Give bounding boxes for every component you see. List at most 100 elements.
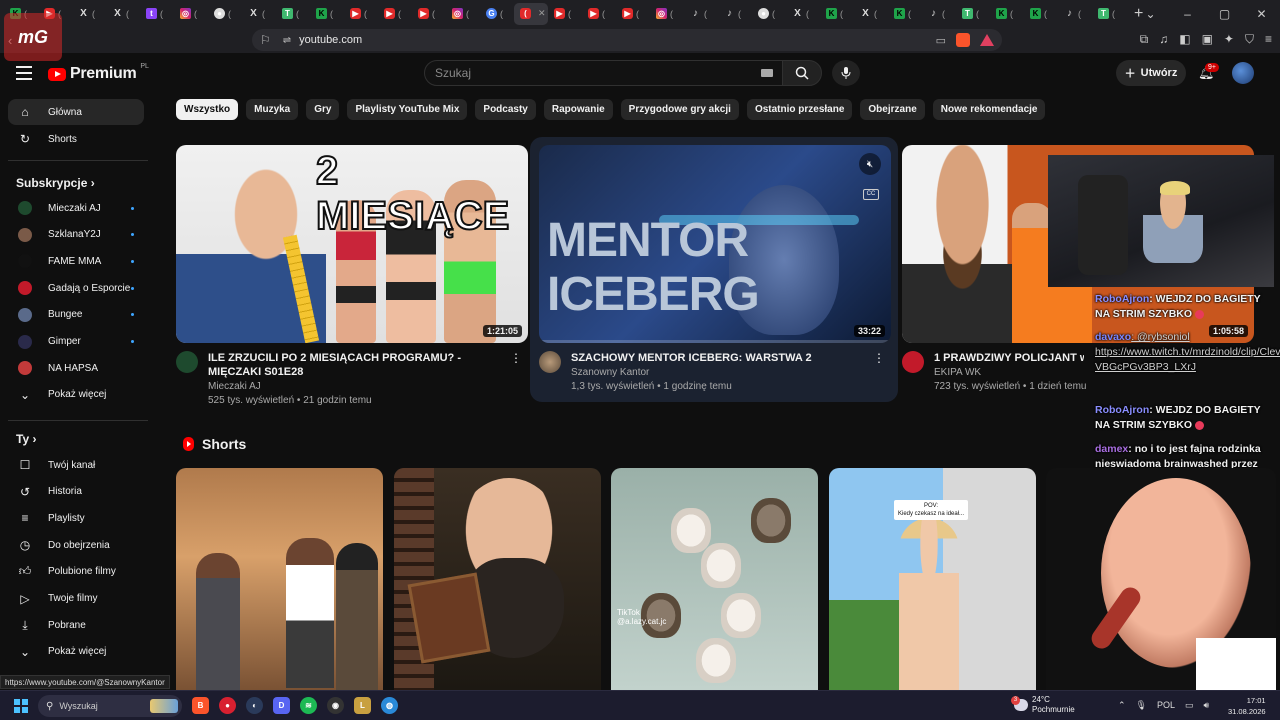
browser-tab[interactable]: (✕ (514, 2, 548, 25)
browser-tab[interactable]: ▶( (582, 3, 616, 25)
sidebar-item[interactable]: SzklanaY2J (8, 222, 144, 248)
sidebar-item[interactable]: ◷ Do obejrzenia (8, 532, 144, 558)
filter-chip[interactable]: Playlisty YouTube Mix (347, 99, 468, 120)
extensions-icon[interactable]: ⧉ (1140, 32, 1149, 47)
cast-icon[interactable]: ▭ (936, 34, 946, 47)
search-button[interactable] (782, 60, 822, 86)
filter-chip[interactable]: Gry (306, 99, 340, 120)
browser-tab[interactable]: X( (854, 3, 888, 25)
site-info-icon[interactable]: ⇌ (283, 35, 291, 46)
close-tab-icon[interactable]: ✕ (538, 8, 546, 19)
sidebar-item[interactable]: ⌄ Pokaż więcej (8, 382, 144, 408)
create-button[interactable]: ＋ Utwórz (1116, 60, 1186, 86)
tab-list-chevron-icon[interactable]: ⌄ (1132, 7, 1169, 21)
browser-tab[interactable]: T( (276, 3, 310, 25)
channel-avatar[interactable] (902, 351, 924, 373)
filter-chip[interactable]: Obejrzane (860, 99, 925, 120)
sidebar-item[interactable]: Gadają o Esporcie (8, 275, 144, 301)
sidebar-item[interactable]: ⤓ Pobrane (8, 612, 144, 638)
bookmark-icon[interactable]: ⚐ (260, 33, 271, 47)
short-card[interactable] (394, 468, 601, 690)
video-title[interactable]: 1 PRAWDZIWY POLICJANT wśród (934, 351, 1084, 365)
video-thumbnail[interactable]: 2 MIESIĄCE 1:21:05 (176, 145, 528, 343)
sidebar-item[interactable]: Gimper (8, 329, 144, 355)
sidebar-toggle-icon[interactable]: ◧ (1179, 32, 1190, 47)
search-input[interactable]: Szukaj (424, 60, 784, 86)
browser-tab[interactable]: T( (956, 3, 990, 25)
close-window-icon[interactable]: ✕ (1243, 7, 1280, 21)
browser-tab[interactable]: G( (480, 3, 514, 25)
browser-tab[interactable]: ◎( (174, 3, 208, 25)
sidebar-item[interactable]: ↻ Shorts (8, 126, 144, 152)
url-box[interactable]: ⚐ ⇌ youtube.com ▭ (252, 29, 1002, 51)
weather-widget[interactable]: 3 24°C Pochmurnie (1011, 695, 1075, 715)
browser-tab[interactable]: ♪( (684, 3, 718, 25)
globe-app-icon[interactable]: ◍ (381, 697, 398, 714)
sidebar-item[interactable]: ⌄ Pokaż więcej (8, 639, 144, 665)
sidebar-item[interactable]: 👍︎ Polubione filmy (8, 559, 144, 585)
browser-tab[interactable]: ▶( (412, 3, 446, 25)
browser-tab[interactable]: T( (1092, 3, 1126, 25)
channel-avatar[interactable] (539, 351, 561, 373)
filter-chip[interactable]: Muzyka (246, 99, 299, 120)
media-icon[interactable]: ♫ (1159, 32, 1168, 47)
voice-search-button[interactable] (832, 60, 860, 86)
keyboard-icon[interactable] (761, 69, 773, 77)
league-icon[interactable]: L (354, 697, 371, 714)
leo-ai-icon[interactable]: ✦ (1224, 32, 1234, 47)
browser-tab[interactable]: ●( (752, 3, 786, 25)
sidebar-item[interactable]: ⌂ Główna (8, 99, 144, 125)
short-card[interactable] (1046, 468, 1276, 690)
discord-icon[interactable]: D (273, 697, 290, 714)
maximize-icon[interactable]: ▢ (1206, 7, 1243, 21)
tray-chevron-icon[interactable]: ⌃ (1118, 700, 1126, 711)
video-card[interactable]: MENTOR ICEBERG 🔇︎ CC 33:22 SZACHOWY MENT… (539, 145, 891, 411)
video-title[interactable]: SZACHOWY MENTOR ICEBERG: WARSTWA 2 (571, 351, 871, 365)
app-blue-icon[interactable]: ◐ (246, 697, 263, 714)
app-red-icon[interactable]: ● (219, 697, 236, 714)
video-channel[interactable]: Mieczaki AJ (208, 381, 261, 392)
tray-mic-icon[interactable]: 🎙︎ (1136, 700, 1147, 711)
youtube-logo[interactable]: Premium PL (48, 63, 149, 83)
more-options-icon[interactable]: ⋮ (873, 351, 885, 365)
browser-tab[interactable]: ♪( (922, 3, 956, 25)
short-card[interactable]: POV: Kiedy czekasz na ideał... (829, 468, 1036, 690)
speaker-icon[interactable]: 🔊︎ (1204, 700, 1210, 711)
filter-chip[interactable]: Nowe rekomendacje (932, 99, 1046, 120)
browser-tab[interactable]: ●( (208, 3, 242, 25)
short-card[interactable]: TikTok @a.lazy.cat.jc (611, 468, 818, 690)
browser-tab[interactable]: X( (242, 3, 276, 25)
sidebar-item[interactable]: FAME MMA (8, 248, 144, 274)
browser-tab[interactable]: K( (990, 3, 1024, 25)
account-avatar[interactable] (1232, 62, 1254, 84)
monitor-icon[interactable]: ▭ (1185, 700, 1194, 711)
video-channel[interactable]: EKIPA WK (934, 367, 981, 378)
video-card[interactable]: 2 MIESIĄCE 1:21:05 ILE ZRZUCILI PO 2 MIE… (176, 145, 528, 411)
sidebar-item[interactable]: ≡ Playlisty (8, 505, 144, 531)
browser-menu-icon[interactable]: ≡ (1265, 32, 1272, 47)
browser-tab[interactable]: ▶( (616, 3, 650, 25)
browser-tab[interactable]: t( (140, 3, 174, 25)
video-title[interactable]: ILE ZRZUCILI PO 2 MIESIĄCACH PROGRAMU? -… (208, 351, 508, 379)
brave-browser-icon[interactable]: B (192, 697, 209, 714)
filter-chip[interactable]: Podcasty (475, 99, 536, 120)
browser-tab[interactable]: K( (820, 3, 854, 25)
filter-chip[interactable]: Ostatnio przesłane (746, 99, 853, 120)
browser-tab[interactable]: K( (888, 3, 922, 25)
short-card[interactable] (176, 468, 383, 690)
sidebar-item[interactable]: Bungee (8, 302, 144, 328)
obs-icon[interactable]: ◉ (327, 697, 344, 714)
video-thumbnail[interactable]: MENTOR ICEBERG 🔇︎ CC 33:22 (539, 145, 891, 343)
browser-tab[interactable]: X( (72, 3, 106, 25)
subscriptions-heading[interactable]: Subskrypcje › (16, 176, 95, 190)
brave-shields-icon[interactable] (956, 33, 970, 47)
video-channel[interactable]: Szanowny Kantor (571, 367, 649, 378)
sidebar-item[interactable]: Mieczaki AJ (8, 195, 144, 221)
channel-avatar[interactable] (176, 351, 198, 373)
language-indicator[interactable]: POL (1157, 700, 1175, 711)
browser-tab[interactable]: ▶( (344, 3, 378, 25)
taskbar-clock[interactable]: 17:01 31.08.2026 (1228, 695, 1266, 717)
url-text[interactable]: youtube.com (299, 34, 362, 46)
you-heading[interactable]: Ty › (16, 432, 36, 446)
filter-chip[interactable]: Rapowanie (543, 99, 613, 120)
